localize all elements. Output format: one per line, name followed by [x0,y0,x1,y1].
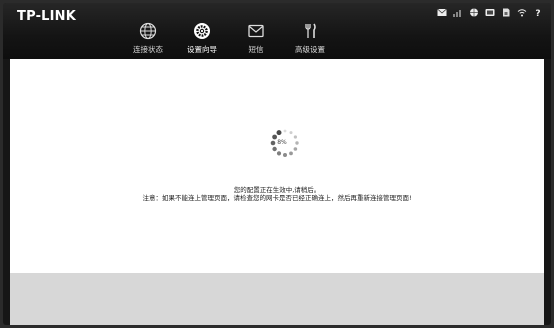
spinner-dot [289,151,293,156]
spinner-dot [276,130,282,136]
globe-icon [469,8,479,17]
sim-icon [501,8,511,17]
signal-icon [453,8,463,17]
warning-message: 注意：如果不能连上管理页面，请检查您的网卡是否已经正确连上，然后再重新连接管理页… [142,194,412,202]
spinner-dot [293,135,297,139]
footer-bar [10,273,544,325]
battery-icon [485,8,495,17]
nav-item-setup-wizard[interactable]: 设置向导 [175,17,229,57]
nav-item-sms[interactable]: 短信 [229,17,283,57]
gear-icon [194,23,210,39]
nav-item-connection-status[interactable]: 连接状态 [121,17,175,57]
nav-label: 短信 [248,45,264,54]
status-icons: ? [437,6,543,18]
globe-icon [139,22,157,40]
spinner-dot [276,151,282,156]
top-bar: TP-LINK ? 连接状态 设置向导 短信 高级设置 [3,3,551,59]
main-content [10,59,544,273]
tools-icon [305,23,316,38]
progress-percent: 8% [277,139,287,146]
spinner-dot [293,147,298,151]
spinner-dot [272,146,277,152]
spinner-dot [295,141,299,145]
nav-item-advanced-settings[interactable]: 高级设置 [283,17,337,57]
svg-text:?: ? [535,9,540,17]
mail-icon[interactable] [437,8,447,17]
spinner-dot [289,131,293,135]
router-admin-window: TP-LINK ? 连接状态 设置向导 短信 高级设置 8% 您的配置正在生效中… [3,3,551,325]
nav-label: 高级设置 [295,45,325,54]
help-icon[interactable]: ? [533,8,543,17]
nav-label: 连接状态 [133,45,163,54]
brand-logo: TP-LINK [17,9,77,24]
spinner-dot [283,153,287,157]
nav-label: 设置向导 [187,45,217,54]
envelope-icon [248,24,264,38]
spinner-dot [283,129,287,133]
wifi-icon [517,8,527,17]
main-nav: 连接状态 设置向导 短信 高级设置 [121,17,337,57]
